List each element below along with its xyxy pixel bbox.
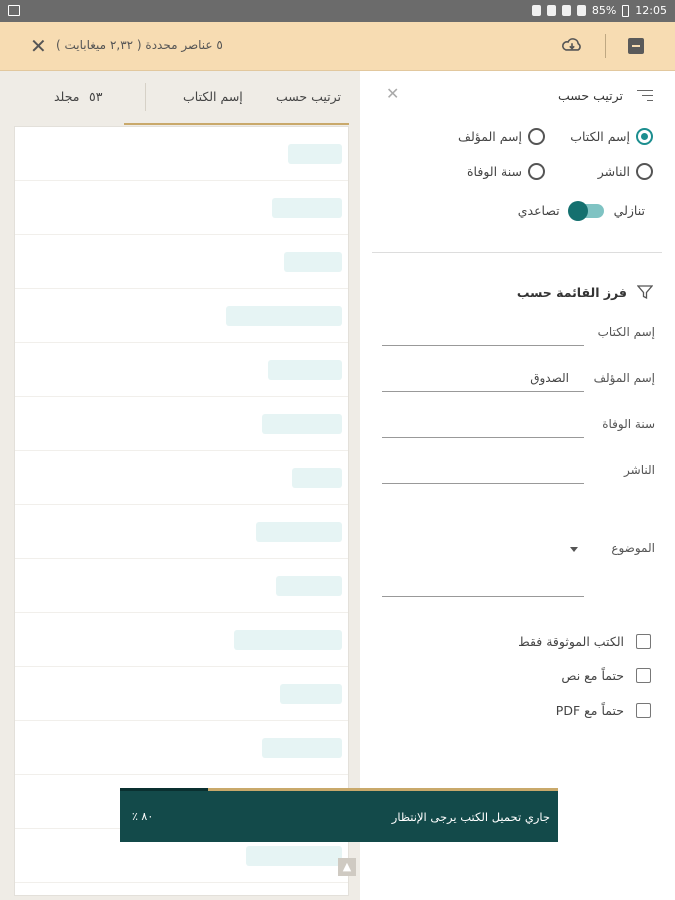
list-item[interactable]: [15, 613, 348, 667]
list-header: ترتيب حسب إسم الكتاب ٥٣ مجلد: [0, 71, 360, 125]
radio-icon: [528, 163, 545, 180]
sort-icon: [637, 89, 653, 102]
list-item[interactable]: [15, 235, 348, 289]
order-toggle-row: تنازلي تصاعدي: [517, 200, 645, 221]
checkbox-icon: [636, 703, 651, 718]
checkbox-icon: [636, 668, 651, 683]
list-item[interactable]: [15, 289, 348, 343]
publisher-label: الناشر: [624, 463, 655, 477]
sort-option-publisher[interactable]: الناشر: [598, 163, 653, 180]
scroll-top-button[interactable]: ▲: [338, 858, 356, 876]
author-label: إسم المؤلف: [593, 371, 655, 385]
list-item[interactable]: [15, 559, 348, 613]
loading-toast: جاري تحميل الكتب يرجى الإنتظار ٨٠ ٪: [120, 788, 558, 842]
volume-count: ٥٣: [89, 89, 103, 104]
selection-toolbar: ✕ ٥ عناصر محددة ( ٢,٣٢ ميغابايت ): [0, 22, 675, 71]
death-year-input[interactable]: [382, 437, 584, 438]
ascending-label: تصاعدي: [517, 203, 560, 218]
order-toggle[interactable]: [567, 200, 604, 221]
list-item[interactable]: [15, 127, 348, 181]
loading-message: جاري تحميل الكتب يرجى الإنتظار: [391, 810, 550, 824]
status-icons: 85% 12:05: [531, 4, 667, 17]
gallery-icon: [8, 5, 20, 16]
book-list[interactable]: [14, 126, 349, 896]
with-text-checkbox[interactable]: حتماً مع نص: [561, 668, 651, 683]
with-pdf-checkbox[interactable]: حتماً مع PDF: [556, 703, 651, 718]
status-bar: 85% 12:05: [0, 0, 675, 22]
filter-icon: [637, 285, 653, 300]
filter-title: فرز القائمة حسب: [516, 284, 627, 300]
chevron-down-icon[interactable]: [570, 547, 578, 552]
topic-select[interactable]: [382, 596, 584, 597]
cloud-download-icon[interactable]: [561, 37, 583, 53]
trusted-only-checkbox[interactable]: الكتب الموثوقة فقط: [518, 634, 651, 649]
sort-option-author[interactable]: إسم المؤلف: [458, 128, 545, 145]
radio-icon: [528, 128, 545, 145]
radio-icon: [636, 163, 653, 180]
tab-book-name[interactable]: إسم الكتاب: [183, 89, 243, 104]
list-item[interactable]: [15, 505, 348, 559]
clock: 12:05: [635, 4, 667, 17]
list-item[interactable]: [15, 667, 348, 721]
list-item[interactable]: [15, 181, 348, 235]
tab-sort-by[interactable]: ترتيب حسب: [276, 89, 341, 104]
author-input-value[interactable]: الصدوق: [530, 371, 569, 385]
section-divider: [372, 252, 662, 253]
toggle-knob: [567, 200, 588, 221]
active-tab-indicator: [124, 123, 349, 125]
close-icon[interactable]: ✕: [386, 84, 399, 103]
publisher-input[interactable]: [382, 483, 584, 484]
list-item[interactable]: [15, 451, 348, 505]
checkbox-icon: [636, 634, 651, 649]
close-icon[interactable]: ✕: [30, 34, 47, 58]
wifi-icon: [561, 5, 571, 16]
loading-percent: ٨٠ ٪: [132, 810, 154, 823]
list-item[interactable]: [15, 721, 348, 775]
sort-title: ترتيب حسب: [557, 88, 623, 103]
filter-panel: ترتيب حسب ✕ إسم الكتاب إسم المؤلف الناشر…: [360, 71, 675, 900]
topic-label: الموضوع: [611, 541, 655, 555]
death-year-label: سنة الوفاة: [602, 417, 655, 431]
selection-summary: ٥ عناصر محددة ( ٢,٣٢ ميغابايت ): [56, 38, 223, 52]
book-name-input[interactable]: [382, 345, 584, 346]
filter-header: فرز القائمة حسب: [517, 284, 653, 300]
author-input[interactable]: [382, 391, 584, 392]
list-item[interactable]: [15, 397, 348, 451]
volume-label: مجلد: [54, 89, 80, 104]
notification-icon: [546, 5, 556, 16]
sort-header: ترتيب حسب: [558, 88, 653, 103]
tab-divider: [145, 83, 146, 111]
toolbar-divider: [605, 34, 606, 58]
sort-option-book-name[interactable]: إسم الكتاب: [570, 128, 653, 145]
battery-icon: [622, 4, 630, 17]
sort-option-death-year[interactable]: سنة الوفاة: [467, 163, 545, 180]
list-item[interactable]: [15, 343, 348, 397]
signal-icon: [576, 5, 586, 16]
progress-bar: [120, 788, 558, 791]
deselect-icon[interactable]: [628, 38, 644, 54]
radio-selected-icon: [636, 128, 653, 145]
book-list-panel: ترتيب حسب إسم الكتاب ٥٣ مجلد ▲: [0, 71, 360, 900]
descending-label: تنازلي: [613, 203, 645, 218]
notification-icon: [531, 5, 541, 16]
battery-percent: 85%: [591, 4, 617, 17]
book-name-label: إسم الكتاب: [597, 325, 655, 339]
progress-fill: [120, 788, 208, 791]
